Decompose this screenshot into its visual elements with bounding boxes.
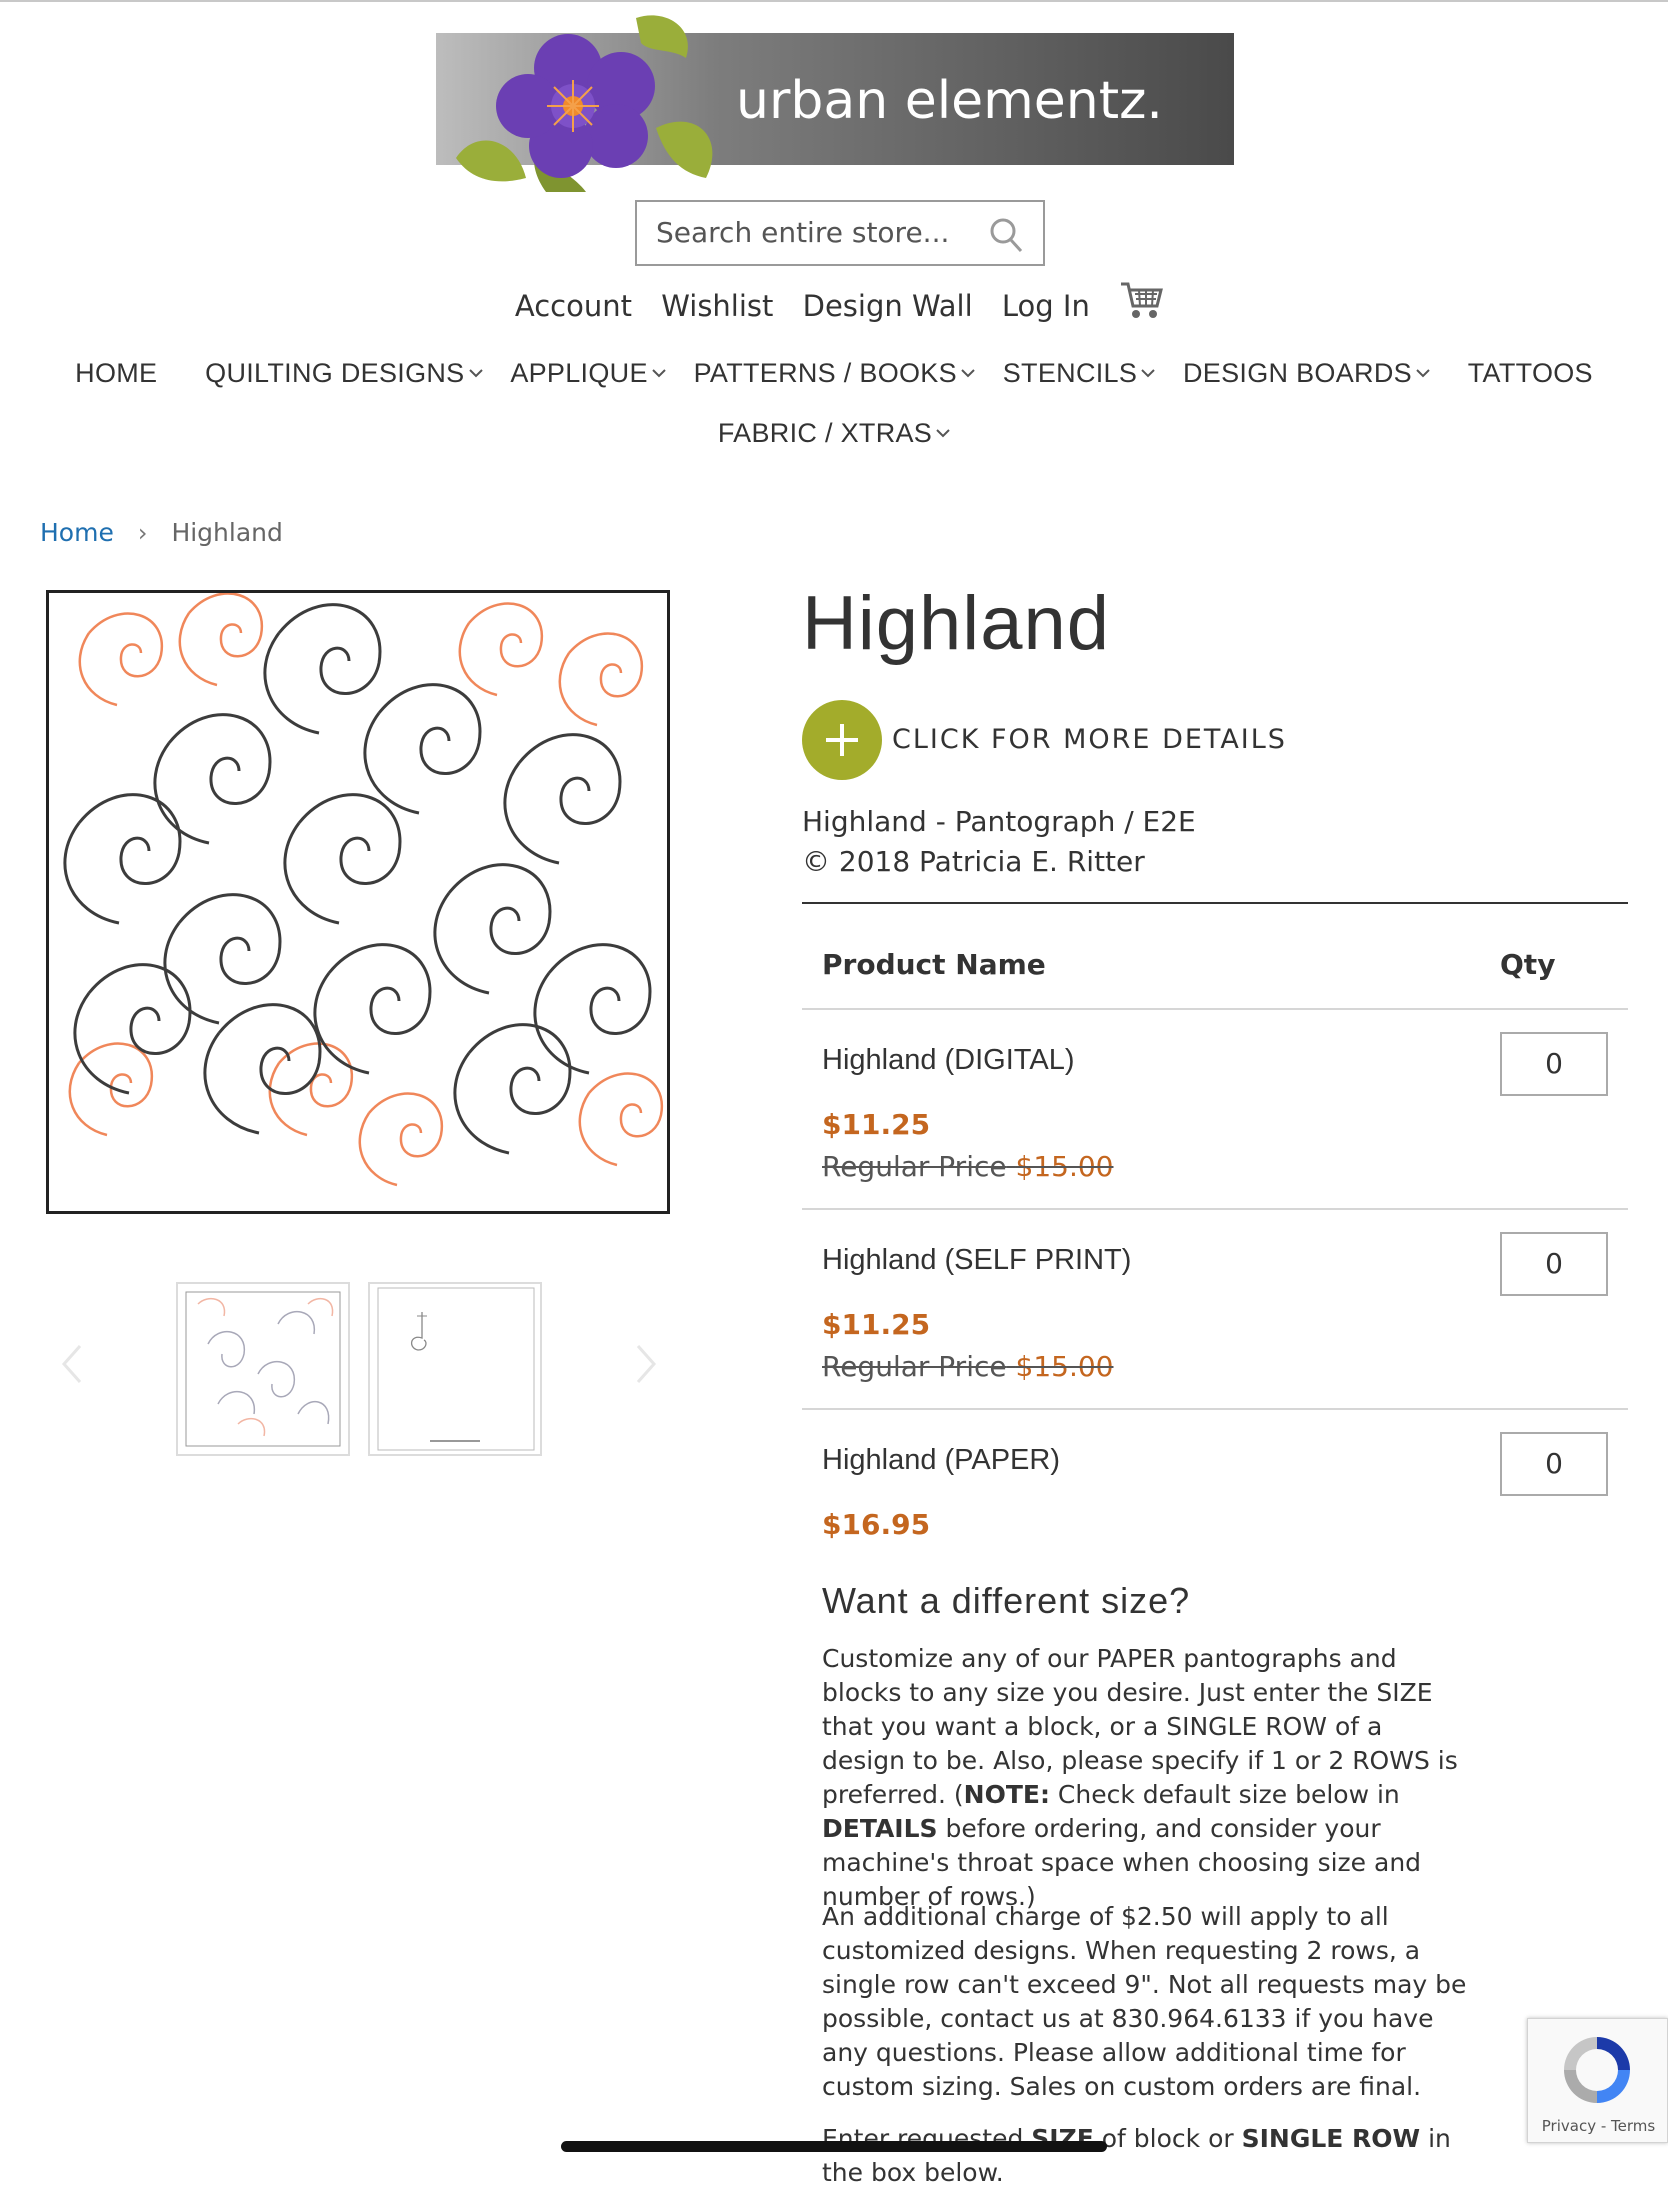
search-input[interactable]: Search entire store... xyxy=(635,200,1045,266)
qty-input-paper[interactable]: 0 xyxy=(1500,1432,1608,1496)
breadcrumb-home[interactable]: Home xyxy=(40,518,114,547)
svg-text:urban elementz.: urban elementz. xyxy=(736,71,1163,131)
chevron-down-icon xyxy=(468,369,483,378)
product-short-description: Highland - Pantograph / E2E © 2018 Patri… xyxy=(802,802,1196,882)
top-border xyxy=(0,0,1668,2)
link-separator: - xyxy=(1596,2117,1612,2135)
option-name-digital: Highland (DIGITAL) xyxy=(822,1044,1075,1076)
recaptcha-badge[interactable]: Privacy - Terms xyxy=(1527,2018,1668,2143)
breadcrumb-current: Highland xyxy=(171,518,283,547)
account-link[interactable]: Account xyxy=(515,289,632,323)
special-price-self-print: $11.25 xyxy=(822,1308,931,1341)
option-name-paper: Highland (PAPER) xyxy=(822,1444,1061,1476)
qty-input-self-print[interactable]: 0 xyxy=(1500,1232,1608,1296)
nav-tattoos-label: TATTOOS xyxy=(1467,358,1593,388)
regular-price-digital: Regular Price $15.00 xyxy=(822,1150,1114,1183)
wishlist-link[interactable]: Wishlist xyxy=(661,289,773,323)
nav-home-label: HOME xyxy=(75,358,158,388)
special-price-digital: $11.25 xyxy=(822,1108,931,1141)
nav-patterns-books[interactable]: PATTERNS / BOOKS xyxy=(694,358,975,389)
column-header-qty: Qty xyxy=(1500,948,1556,981)
nav-fabric-xtras-label: FABRIC / XTRAS xyxy=(717,418,933,448)
nav-stencils[interactable]: STENCILS xyxy=(1003,358,1155,389)
details-emphasis: DETAILS xyxy=(822,1814,938,1843)
row-divider xyxy=(802,1008,1628,1010)
regular-price-label: Regular Price xyxy=(822,1350,1007,1383)
main-nav-row2: FABRIC / XTRAS xyxy=(0,418,1668,449)
row-divider xyxy=(802,1408,1628,1410)
chevron-left-icon[interactable] xyxy=(58,1340,86,1388)
table-top-divider xyxy=(802,902,1628,904)
chevron-down-icon xyxy=(1416,369,1430,378)
nav-patterns-books-label: PATTERNS / BOOKS xyxy=(693,358,957,388)
chevron-down-icon xyxy=(961,369,975,378)
nav-quilting-designs[interactable]: QUILTING DESIGNS xyxy=(205,358,483,389)
chevron-right-icon[interactable] xyxy=(632,1340,660,1388)
nav-applique-label: APPLIQUE xyxy=(510,358,648,388)
custom-size-paragraph-3: Enter requested SIZE of block or SINGLE … xyxy=(822,2122,1472,2190)
quilt-pattern xyxy=(63,593,664,1187)
home-indicator[interactable] xyxy=(561,2141,1107,2152)
more-details-label[interactable]: CLICK FOR MORE DETAILS xyxy=(892,724,1287,755)
paragraph-text: Check default size below in xyxy=(1049,1780,1400,1809)
qty-input-digital[interactable]: 0 xyxy=(1500,1032,1608,1096)
cart-icon[interactable] xyxy=(1119,278,1163,322)
thumbnail-1[interactable] xyxy=(176,1282,350,1456)
custom-size-paragraph-1: Customize any of our PAPER pantographs a… xyxy=(822,1642,1472,1914)
plus-icon[interactable] xyxy=(802,700,882,780)
price-paper: $16.95 xyxy=(822,1508,931,1541)
nav-fabric-xtras[interactable]: FABRIC / XTRAS xyxy=(718,418,950,449)
recaptcha-icon xyxy=(1564,2037,1630,2103)
chevron-down-icon xyxy=(936,429,950,438)
nav-tattoos[interactable]: TATTOOS xyxy=(1468,358,1593,389)
privacy-link[interactable]: Privacy xyxy=(1542,2117,1596,2135)
nav-design-boards[interactable]: DESIGN BOARDS xyxy=(1183,358,1430,389)
nav-quilting-designs-label: QUILTING DESIGNS xyxy=(205,358,465,388)
description-line-1: Highland - Pantograph / E2E xyxy=(802,805,1196,838)
breadcrumb-separator: › xyxy=(137,519,148,547)
regular-price-label: Regular Price xyxy=(822,1150,1007,1183)
nav-design-boards-label: DESIGN BOARDS xyxy=(1182,358,1412,388)
design-wall-link[interactable]: Design Wall xyxy=(803,289,973,323)
account-links: Account Wishlist Design Wall Log In xyxy=(0,278,1668,323)
site-logo[interactable]: urban elementz. xyxy=(436,8,1234,192)
main-nav: HOME QUILTING DESIGNS APPLIQUE PATTERNS … xyxy=(0,358,1668,389)
custom-size-heading: Want a different size? xyxy=(822,1580,1191,1621)
login-link[interactable]: Log In xyxy=(1002,289,1090,323)
regular-price-value: $15.00 xyxy=(1015,1350,1114,1383)
nav-applique[interactable]: APPLIQUE xyxy=(510,358,666,389)
chevron-down-icon xyxy=(652,369,666,378)
regular-price-self-print: Regular Price $15.00 xyxy=(822,1350,1114,1383)
row-divider xyxy=(802,1208,1628,1210)
search-placeholder: Search entire store... xyxy=(656,216,950,249)
paragraph-text: of block or xyxy=(1093,2124,1242,2153)
breadcrumb: Home › Highland xyxy=(40,518,283,547)
column-header-product-name: Product Name xyxy=(822,948,1046,981)
custom-size-paragraph-2: An additional charge of $2.50 will apply… xyxy=(822,1902,1467,2101)
terms-link[interactable]: Terms xyxy=(1611,2117,1655,2135)
product-main-image[interactable] xyxy=(46,590,670,1214)
single-row-emphasis: SINGLE ROW xyxy=(1241,2124,1421,2153)
thumbnail-2[interactable] xyxy=(368,1282,542,1456)
regular-price-value: $15.00 xyxy=(1015,1150,1114,1183)
nav-home[interactable]: HOME xyxy=(75,358,157,389)
product-title: Highland xyxy=(802,581,1110,666)
option-name-self-print: Highland (SELF PRINT) xyxy=(822,1244,1132,1276)
recaptcha-links: Privacy - Terms xyxy=(1528,2117,1668,2135)
nav-stencils-label: STENCILS xyxy=(1002,358,1138,388)
search-icon[interactable] xyxy=(989,217,1023,253)
note-label: NOTE: xyxy=(963,1780,1050,1809)
description-line-2: © 2018 Patricia E. Ritter xyxy=(802,845,1145,878)
chevron-down-icon xyxy=(1141,369,1155,378)
